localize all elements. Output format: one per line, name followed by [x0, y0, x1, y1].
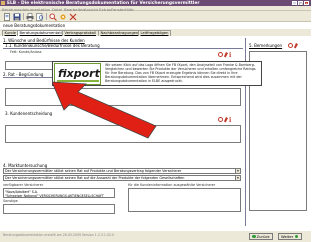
available-insurers-label: verfügbarer Versicherer: [3, 183, 44, 187]
tab-bar: Kunde Beratungsdokumentation Vertragspro…: [0, 29, 311, 37]
remarks-heading: 5. Bemerkungen: [249, 43, 283, 48]
selected-insurers-list[interactable]: [128, 188, 241, 212]
fixport-info-text: Wir setzen Klick auf das Logo öffnen Sie…: [105, 63, 256, 84]
status-bar: Beratungsdokumentation erstellt am 26.05…: [0, 231, 311, 242]
next-label: Weiter: [281, 234, 294, 239]
back-icon: [252, 234, 256, 239]
fixport-logo[interactable]: fixport: [54, 63, 101, 85]
search-icon[interactable]: [49, 12, 57, 21]
market-option-1: Der Versicherungsvermittler stützt seine…: [5, 169, 182, 173]
form-title-bar: neue Beratungsdokumentation: [0, 22, 311, 29]
selected-insurers-label: für die Kundeninformation ausgewählte Ve…: [128, 183, 216, 187]
logo-bar: [57, 79, 99, 82]
toolbar-separator: [23, 13, 24, 20]
remarks-actions: [288, 43, 302, 49]
section-divider: [3, 48, 243, 49]
list-item[interactable]: "Schweizer National" VERSICHERUNGS-AKTIE…: [5, 194, 113, 198]
app-icon: [1, 1, 5, 5]
help-icon[interactable]: [69, 13, 77, 21]
decision-actions: i: [218, 117, 236, 124]
next-icon: [294, 234, 299, 239]
search-icon[interactable]: [218, 117, 223, 122]
fixport-info-popup: fixport Wir setzen Klick auf das Logo öf…: [52, 61, 262, 86]
form-title: neue Beratungsdokumentation: [3, 23, 66, 28]
fixport-logo-text: fixport: [58, 67, 100, 80]
edit-icon[interactable]: [224, 117, 228, 123]
advice-field[interactable]: [5, 88, 241, 106]
search-icon[interactable]: [218, 52, 223, 57]
market-option-2-select[interactable]: Der Versicherungsvermittler stützt seine…: [3, 175, 241, 181]
back-label: Zurück: [256, 234, 270, 239]
new-icon[interactable]: [3, 12, 11, 21]
market-option-2: Der Versicherungsvermittler stützt seine…: [5, 176, 185, 180]
other-label: Sonstige: [3, 199, 18, 203]
decision-field[interactable]: [5, 125, 241, 143]
info-icon[interactable]: i: [229, 52, 231, 59]
available-insurers-list[interactable]: "Nova/Adalbert" S.A. "Schweizer National…: [3, 188, 115, 198]
other-field[interactable]: [3, 204, 115, 214]
window-title: ELB - Die elektronische Beratungsdokumen…: [7, 0, 200, 6]
status-text: Beratungsdokumentation erstellt am 26.05…: [3, 233, 115, 237]
maximize-button[interactable]: □: [298, 0, 303, 5]
chevron-down-icon[interactable]: ▾: [235, 169, 240, 173]
search-icon[interactable]: [288, 43, 293, 48]
preview-icon[interactable]: [36, 12, 44, 21]
toolbar: [0, 11, 311, 22]
edit-icon[interactable]: [224, 52, 228, 58]
wishes-hint: Fett: Kunde/Anlass: [10, 49, 42, 54]
info-icon[interactable]: i: [229, 117, 231, 124]
wishes-actions: i: [218, 52, 236, 59]
settings-icon[interactable]: [59, 13, 67, 21]
edit-icon[interactable]: [294, 43, 298, 49]
market-option-1-select[interactable]: Der Versicherungsvermittler stützt seine…: [3, 168, 241, 174]
save-icon[interactable]: [13, 13, 21, 21]
chevron-down-icon[interactable]: ▾: [235, 176, 240, 180]
print-icon[interactable]: [26, 12, 34, 21]
back-button[interactable]: Zurück: [249, 233, 273, 240]
next-button[interactable]: Weiter: [278, 233, 303, 240]
decision-heading: 3. Kundenentscheidung: [5, 111, 53, 116]
close-button[interactable]: x: [304, 0, 309, 5]
minimize-button[interactable]: _: [292, 0, 297, 5]
toolbar-separator: [46, 13, 47, 20]
